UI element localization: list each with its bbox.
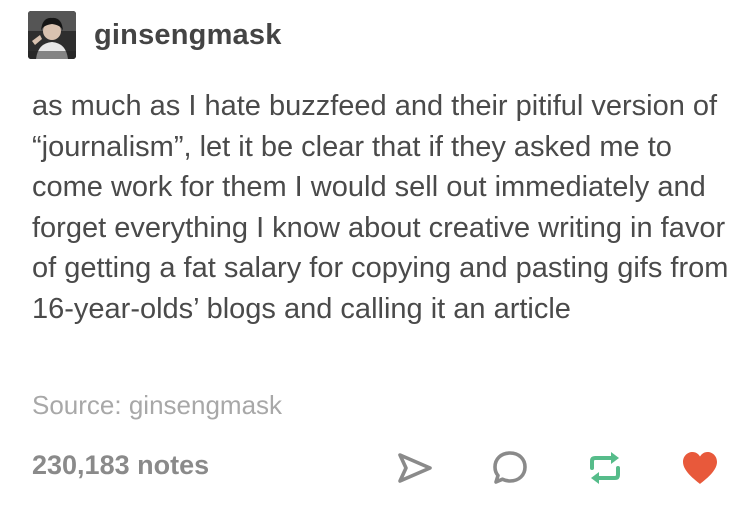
post-footer: 230,183 notes: [0, 440, 750, 496]
reblog-button[interactable]: [583, 446, 627, 490]
reply-button[interactable]: [488, 446, 532, 490]
source-link[interactable]: ginsengmask: [129, 390, 282, 420]
like-icon: [683, 452, 717, 484]
share-icon: [398, 453, 432, 483]
post-body: as much as I hate buzzfeed and their pit…: [32, 90, 729, 325]
notes-count[interactable]: 230,183 notes: [32, 450, 209, 481]
avatar-image: [28, 11, 76, 59]
avatar[interactable]: [28, 11, 76, 59]
tumblr-post: ginsengmask as much as I hate buzzfeed a…: [0, 0, 750, 517]
username[interactable]: ginsengmask: [94, 19, 282, 52]
source-label: Source:: [32, 390, 122, 420]
reply-icon: [493, 451, 527, 484]
reblog-icon: [590, 452, 620, 484]
share-button[interactable]: [393, 446, 437, 490]
like-button[interactable]: [678, 446, 722, 490]
post-header: ginsengmask: [28, 10, 282, 60]
source-attribution: Source: ginsengmask: [32, 390, 282, 421]
